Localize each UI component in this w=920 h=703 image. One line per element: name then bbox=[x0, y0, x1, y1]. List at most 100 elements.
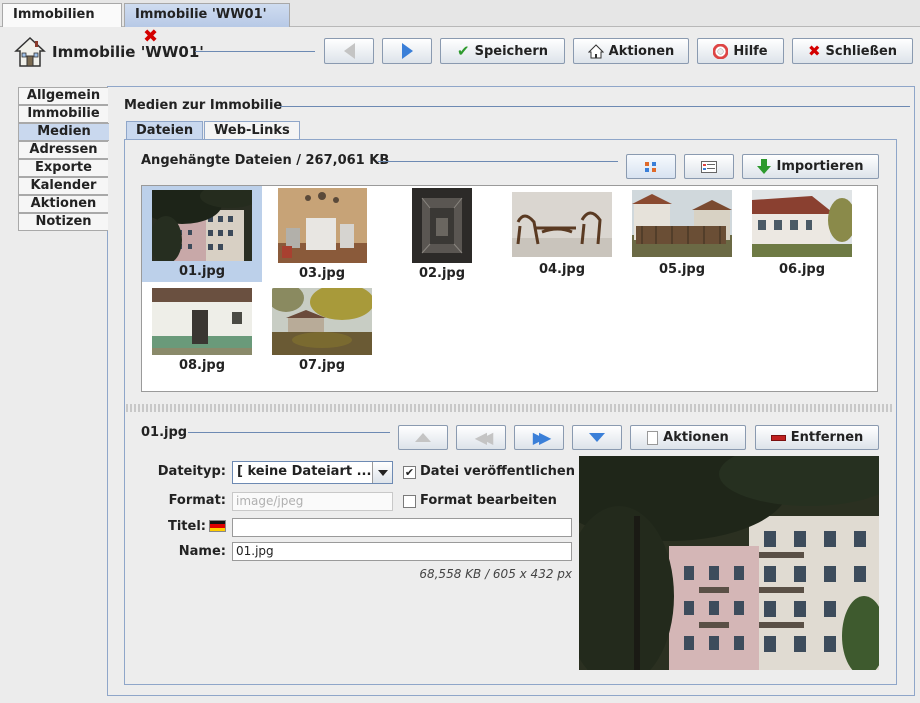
filetype-label: Dateityp: bbox=[157, 464, 226, 479]
minus-icon bbox=[770, 434, 786, 441]
close-button[interactable]: ✖ Schließen bbox=[792, 38, 913, 64]
sidebar-item-label: Kalender bbox=[30, 178, 97, 193]
file-info: 68,558 KB / 605 x 432 px bbox=[419, 567, 572, 581]
move-back-button[interactable]: ◀◀ bbox=[456, 425, 506, 450]
subtab-label: Web-Links bbox=[214, 123, 290, 138]
sidebar-item-label: Aktionen bbox=[30, 196, 97, 211]
file-thumbnail-05[interactable]: 05.jpg bbox=[622, 186, 742, 282]
photo-thumbnail bbox=[278, 188, 367, 263]
sidebar-item-label: Exporte bbox=[35, 160, 92, 175]
photo-thumbnail bbox=[512, 192, 612, 257]
double-right-icon: ▶▶ bbox=[532, 427, 551, 447]
photo-thumbnail bbox=[272, 288, 372, 355]
chevron-down-icon[interactable] bbox=[372, 462, 392, 483]
actions-label: Aktionen bbox=[608, 43, 675, 59]
section-divider bbox=[280, 106, 910, 107]
edit-format-checkbox[interactable] bbox=[403, 495, 416, 508]
file-thumbnail-03[interactable]: 03.jpg bbox=[262, 186, 382, 282]
file-thumbnail-08[interactable]: 08.jpg bbox=[142, 286, 262, 382]
list-view-button[interactable] bbox=[684, 154, 734, 179]
file-thumbnail-01[interactable]: 01.jpg bbox=[142, 186, 262, 282]
actions-button[interactable]: Aktionen bbox=[573, 38, 689, 64]
photo-thumbnail bbox=[152, 190, 252, 261]
file-thumbnail-07[interactable]: 07.jpg bbox=[262, 286, 382, 382]
sidebar-item-medien[interactable]: Medien bbox=[18, 123, 109, 141]
subtab-label: Dateien bbox=[136, 123, 194, 138]
close-label: Schließen bbox=[825, 43, 898, 59]
format-field[interactable]: image/jpeg bbox=[232, 492, 393, 511]
double-left-icon: ◀◀ bbox=[474, 427, 493, 447]
file-name: 06.jpg bbox=[778, 262, 826, 277]
sidebar-item-immobilie[interactable]: Immobilie bbox=[18, 105, 108, 123]
photo-thumbnail bbox=[752, 190, 852, 257]
german-flag-icon[interactable] bbox=[209, 520, 226, 532]
subtab-web-links[interactable]: Web-Links bbox=[204, 121, 300, 140]
remove-button[interactable]: Entfernen bbox=[755, 425, 879, 450]
top-tab-bar: Immobilien Immobilie 'WW01' ✖ bbox=[0, 0, 920, 46]
name-label: Name: bbox=[178, 544, 226, 559]
file-thumbnail-04[interactable]: 04.jpg bbox=[502, 186, 622, 282]
image-preview bbox=[579, 456, 879, 670]
sidebar-item-notizen[interactable]: Notizen bbox=[18, 213, 108, 231]
file-name: 07.jpg bbox=[298, 358, 346, 373]
help-button[interactable]: Hilfe bbox=[697, 38, 784, 64]
grid-view-button[interactable] bbox=[626, 154, 676, 179]
filetype-value: [ keine Dateiart ... bbox=[237, 464, 372, 479]
blank-file-icon bbox=[647, 430, 659, 445]
remove-label: Entfernen bbox=[790, 430, 864, 445]
sidebar-item-label: Adressen bbox=[29, 142, 98, 157]
file-name: 05.jpg bbox=[658, 262, 706, 277]
file-name: 04.jpg bbox=[538, 262, 586, 277]
move-forward-button[interactable]: ▶▶ bbox=[514, 425, 564, 450]
filetype-select[interactable]: [ keine Dateiart ... bbox=[232, 461, 393, 484]
save-label: Speichern bbox=[474, 43, 548, 59]
publish-checkbox[interactable]: ✔ bbox=[403, 466, 416, 479]
attached-files-title: Angehängte Dateien / 267,061 KB bbox=[141, 153, 390, 168]
import-label: Importieren bbox=[776, 159, 864, 174]
sidebar-item-allgemein[interactable]: Allgemein bbox=[18, 87, 108, 105]
name-field[interactable]: 01.jpg bbox=[232, 542, 572, 561]
photo-thumbnail bbox=[632, 190, 732, 257]
previous-button[interactable] bbox=[324, 38, 374, 64]
move-last-button[interactable] bbox=[572, 425, 622, 450]
tab-immobilien[interactable]: Immobilien bbox=[2, 3, 122, 27]
file-name: 02.jpg bbox=[418, 266, 466, 281]
tab-immobilie-ww01[interactable]: Immobilie 'WW01' ✖ bbox=[124, 3, 290, 46]
sidebar-item-label: Notizen bbox=[35, 214, 92, 229]
attached-divider bbox=[378, 161, 618, 162]
title-field[interactable] bbox=[232, 518, 572, 537]
arrow-down-icon bbox=[589, 433, 605, 442]
file-actions-button[interactable]: Aktionen bbox=[630, 425, 746, 450]
sidebar-item-adressen[interactable]: Adressen bbox=[18, 141, 108, 159]
tab-label: Immobilie 'WW01' bbox=[135, 7, 267, 22]
sidebar-item-label: Medien bbox=[37, 124, 91, 139]
file-name: 03.jpg bbox=[298, 266, 346, 281]
sidebar-item-aktionen[interactable]: Aktionen bbox=[18, 195, 108, 213]
lifebuoy-icon bbox=[713, 43, 729, 59]
format-value: image/jpeg bbox=[236, 494, 304, 508]
file-thumbnail-06[interactable]: 06.jpg bbox=[742, 186, 862, 282]
photo-thumbnail bbox=[412, 188, 472, 263]
save-button[interactable]: ✔ Speichern bbox=[440, 38, 565, 64]
arrow-right-icon bbox=[401, 43, 413, 59]
house-icon bbox=[14, 36, 46, 67]
publish-label: Datei veröffentlichen bbox=[420, 464, 575, 479]
close-icon: ✖ bbox=[807, 41, 821, 60]
title-divider bbox=[195, 51, 315, 52]
file-actions-label: Aktionen bbox=[663, 430, 729, 445]
edit-format-label: Format bearbeiten bbox=[420, 493, 557, 508]
next-button[interactable] bbox=[382, 38, 432, 64]
move-first-button[interactable] bbox=[398, 425, 448, 450]
tab-label: Immobilien bbox=[13, 7, 95, 22]
download-arrow-icon bbox=[757, 159, 772, 174]
page-title: Immobilie 'WW01' bbox=[52, 43, 204, 61]
house-icon bbox=[587, 43, 604, 58]
splitter-handle[interactable] bbox=[126, 404, 894, 412]
import-button[interactable]: Importieren bbox=[742, 154, 879, 179]
subtab-dateien[interactable]: Dateien bbox=[126, 121, 204, 140]
sidebar-item-label: Allgemein bbox=[26, 88, 101, 103]
sidebar-item-exporte[interactable]: Exporte bbox=[18, 159, 108, 177]
grid-view-icon bbox=[645, 161, 656, 172]
sidebar-item-kalender[interactable]: Kalender bbox=[18, 177, 108, 195]
file-thumbnail-02[interactable]: 02.jpg bbox=[382, 186, 502, 282]
